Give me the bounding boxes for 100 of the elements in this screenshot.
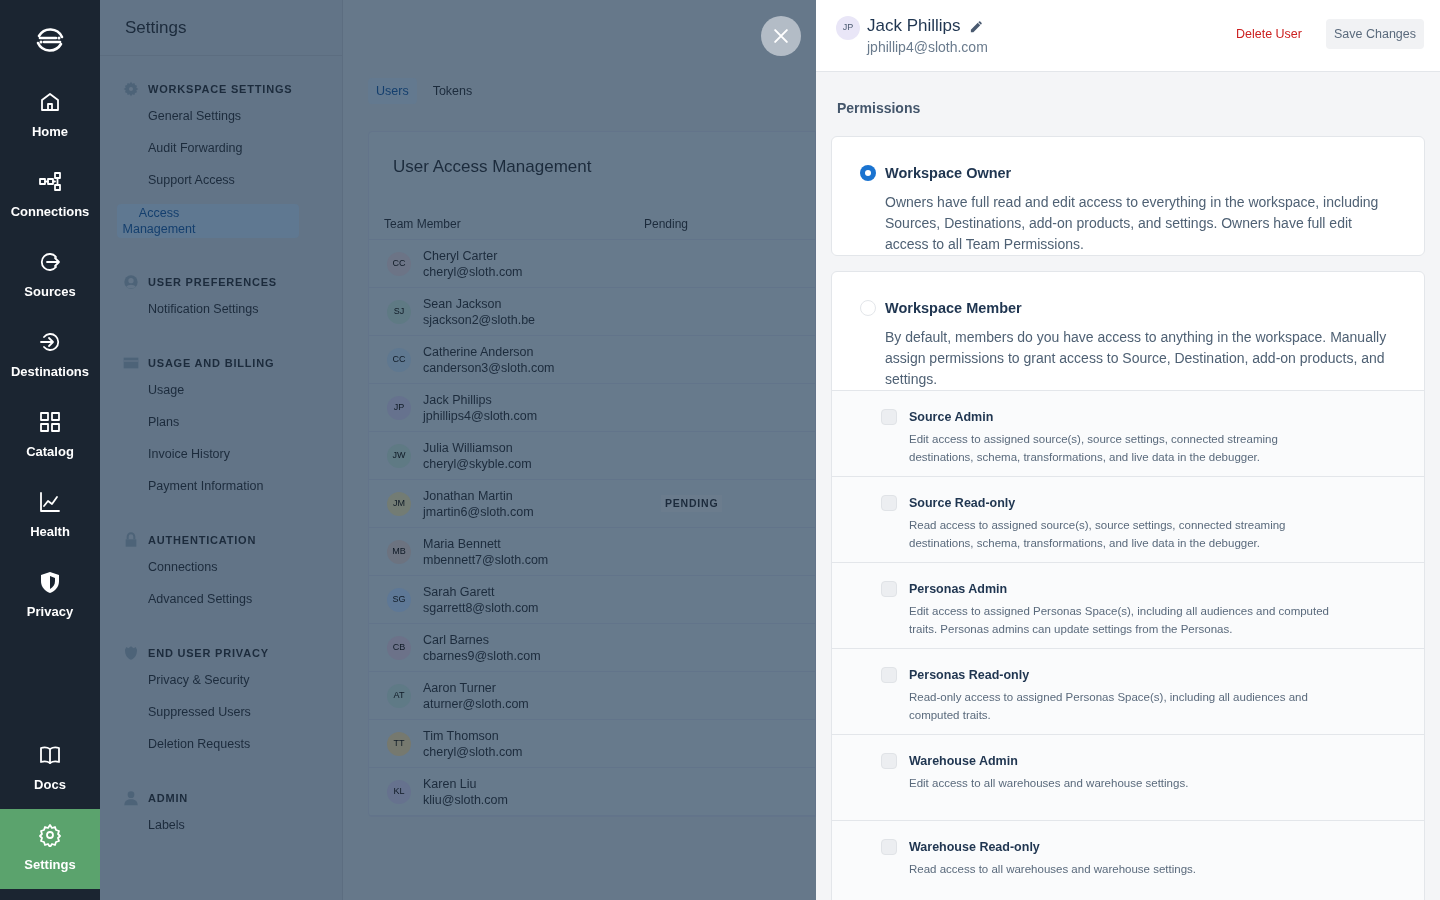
permission-description: Edit access to all warehouses and warehouse settings.: [909, 776, 1190, 792]
avatar: SJ: [387, 299, 411, 324]
section-heading: WORKSPACE SETTINGS: [148, 81, 293, 97]
role-description: Owners have full read and edit access to everything in the workspace, including Sources, Destinations, add-on products, and settings. Owners have full edit access to all Team Permissions.: [885, 192, 1380, 254]
avatar: AT: [387, 683, 411, 708]
user-name: Jack Phillips: [867, 16, 961, 36]
checkbox[interactable]: [881, 408, 897, 425]
settings-nav-item[interactable]: Labels: [123, 809, 322, 841]
avatar: JP: [836, 16, 860, 40]
section-heading: USER PREFERENCES: [148, 274, 277, 290]
member-email: cbarnes9@sloth.com: [423, 647, 542, 664]
permission-description: Edit access to assigned Personas Space(s), including all audiences and computed traits. Personas admins can update settings from the Personas.: [909, 604, 1329, 638]
member-name: Sarah Garett: [423, 583, 496, 600]
member-email: sgarrett8@sloth.com: [423, 599, 540, 616]
member-email: cheryl@sloth.com: [423, 743, 524, 760]
settings-nav-item[interactable]: Usage: [123, 374, 322, 406]
avatar: MB: [387, 539, 411, 564]
settings-nav-item[interactable]: Advanced Settings: [123, 583, 322, 615]
nav-item[interactable]: Connections: [0, 156, 100, 236]
checkbox[interactable]: [881, 580, 897, 597]
member-name: Karen Liu: [423, 775, 478, 792]
permission-title: Source Admin: [909, 408, 995, 426]
permission-description: Read access to all warehouses and warehouse settings.: [909, 862, 1198, 878]
section-heading: ADMIN: [148, 790, 189, 806]
checkbox[interactable]: [881, 838, 897, 855]
member-email: cheryl@sloth.com: [423, 263, 524, 280]
nav-item[interactable]: Sources: [0, 236, 100, 316]
permission-title: Personas Admin: [909, 580, 1009, 598]
checkbox[interactable]: [881, 752, 897, 769]
member-email: cheryl@skyble.com: [423, 455, 533, 472]
card-title: User Access Management: [393, 156, 592, 179]
role-title: Workspace Owner: [885, 164, 1013, 183]
checkbox[interactable]: [881, 494, 897, 511]
member-email: jphillips4@sloth.com: [423, 407, 539, 424]
settings-nav-item[interactable]: Privacy & Security: [123, 664, 322, 696]
member-name: Cheryl Carter: [423, 247, 499, 264]
nav-item[interactable]: Docs: [0, 729, 100, 809]
column-header: Team Member: [384, 216, 462, 233]
settings-nav-item[interactable]: Plans: [123, 406, 322, 438]
avatar: TT: [387, 731, 411, 756]
section-heading: USAGE AND BILLING: [148, 355, 275, 371]
column-header: Pending: [644, 216, 689, 233]
nav-item[interactable]: Catalog: [0, 396, 100, 476]
tab[interactable]: Tokens: [424, 78, 481, 104]
avatar: JW: [387, 443, 411, 468]
section-heading: AUTHENTICATION: [148, 532, 257, 548]
settings-icon: [38, 823, 62, 848]
settings-nav-item[interactable]: Payment Information: [123, 470, 322, 502]
nav-item[interactable]: Destinations: [0, 316, 100, 396]
member-name: Sean Jackson: [423, 295, 503, 312]
page-title: Settings: [125, 16, 187, 39]
close-button[interactable]: [761, 16, 801, 56]
member-name: Maria Bennett: [423, 535, 502, 552]
settings-nav-item[interactable]: Notification Settings: [123, 293, 322, 325]
avatar: JM: [387, 491, 411, 516]
role-description: By default, members do you have access to anything in the workspace. Manually assign permissions to grant access to Source, Destination, add-on products, and settings.: [885, 327, 1388, 389]
member-name: Catherine Anderson: [423, 343, 535, 360]
settings-nav-item[interactable]: Access Management: [117, 204, 299, 238]
settings-nav-item[interactable]: General Settings: [123, 100, 322, 132]
avatar: CC: [387, 347, 411, 372]
status-badge: PENDING: [661, 494, 723, 513]
permission-title: Warehouse Read-only: [909, 838, 1041, 856]
permission-description: Read-only access to assigned Personas Space(s), including all audiences and computed traits.: [909, 690, 1309, 724]
member-name: Aaron Turner: [423, 679, 497, 696]
avatar: SG: [387, 587, 411, 612]
member-email: jmartin6@sloth.com: [423, 503, 535, 520]
chart-icon: [38, 490, 62, 515]
settings-nav-item[interactable]: Suppressed Users: [123, 696, 322, 728]
section-title: Permissions: [837, 99, 922, 118]
role-title: Workspace Member: [885, 298, 1023, 318]
section-heading: END USER PRIVACY: [148, 645, 269, 661]
checkbox[interactable]: [881, 666, 897, 683]
member-name: Tim Thomson: [423, 727, 500, 744]
member-email: kliu@sloth.com: [423, 791, 509, 808]
save-changes-button[interactable]: Save Changes: [1326, 19, 1424, 49]
delete-user-button[interactable]: Delete User: [1228, 19, 1310, 49]
settings-nav-item[interactable]: Audit Forwarding: [123, 132, 322, 164]
settings-nav-item[interactable]: Connections: [123, 551, 322, 583]
avatar: CB: [387, 635, 411, 660]
settings-nav-item[interactable]: Invoice History: [123, 438, 322, 470]
tab[interactable]: Users: [368, 78, 417, 104]
permission-title: Warehouse Admin: [909, 752, 1019, 770]
radio-button[interactable]: [860, 299, 876, 316]
shield-icon: [38, 570, 62, 595]
member-email: aturner@sloth.com: [423, 695, 530, 712]
member-name: Julia Williamson: [423, 439, 514, 456]
permission-description: Read access to assigned source(s), source settings, connected streaming destinations, schema, transformations, and live data in the debugger.: [909, 518, 1287, 552]
nav-item[interactable]: Privacy: [0, 556, 100, 636]
user-email: jphillip4@sloth.com: [867, 38, 988, 57]
settings-nav-item[interactable]: Support Access: [123, 164, 322, 196]
nav-item[interactable]: Home: [0, 76, 100, 156]
radio-button[interactable]: [860, 165, 876, 181]
nav-item[interactable]: Settings: [0, 809, 100, 889]
avatar: KL: [387, 779, 411, 804]
nav-item[interactable]: Health: [0, 476, 100, 556]
settings-nav-item[interactable]: Deletion Requests: [123, 728, 322, 760]
edit-button[interactable]: [968, 18, 984, 34]
permission-description: Edit access to assigned source(s), source settings, connected streaming destinations, schema, transformations, and live data in the debugger.: [909, 432, 1279, 466]
avatar: CC: [387, 251, 411, 276]
grid-icon: [38, 410, 62, 435]
